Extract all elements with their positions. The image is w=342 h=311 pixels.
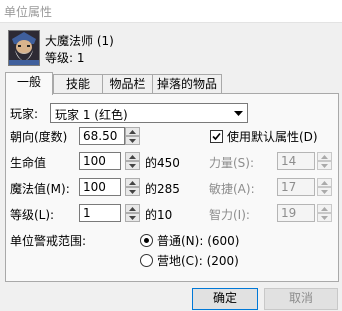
- strength-input: 14: [277, 152, 315, 170]
- unit-level: 等级: 1: [45, 51, 85, 65]
- intelligence-spinner: 19: [277, 204, 337, 222]
- arrow-down-icon: [129, 215, 136, 220]
- facing-up-button[interactable]: [125, 127, 140, 136]
- agility-label: 敏捷(A):: [209, 182, 255, 196]
- arrow-down-icon: [321, 189, 328, 194]
- ok-button-label: 确定: [212, 291, 237, 305]
- arrow-up-icon: [129, 129, 136, 134]
- mana-input[interactable]: 100: [79, 178, 121, 196]
- mana-label: 魔法值(M):: [10, 182, 70, 196]
- strength-spinner: 14: [277, 152, 337, 170]
- arrow-down-icon: [129, 189, 136, 194]
- player-select-value: 玩家 1 (红色): [55, 108, 128, 122]
- use-default-checkbox[interactable]: [210, 130, 223, 143]
- arrow-down-icon: [321, 215, 328, 220]
- chevron-down-icon[interactable]: [230, 104, 247, 122]
- life-label: 生命值: [10, 156, 47, 170]
- level-down-button[interactable]: [125, 213, 140, 222]
- agility-input: 17: [277, 178, 315, 196]
- facing-label: 朝向(度数): [10, 130, 68, 144]
- agility-up-button: [317, 178, 332, 187]
- tab-dropped-items[interactable]: 掉落的物品: [152, 74, 222, 94]
- mana-spinner[interactable]: 100: [79, 178, 143, 196]
- alert-normal-radio[interactable]: [140, 234, 153, 247]
- life-up-button[interactable]: [125, 152, 140, 161]
- facing-input[interactable]: 68.50: [79, 127, 125, 145]
- mana-max: 的285: [145, 182, 180, 196]
- unit-properties-dialog: 单位属性 大魔法师 (1) 等级: 1 一般 技能 物品栏 掉落的物品 玩家:: [0, 0, 342, 311]
- cancel-button[interactable]: 取消: [264, 288, 338, 310]
- strength-up-button: [317, 152, 332, 161]
- intelligence-input: 19: [277, 204, 315, 222]
- level-input[interactable]: 1: [79, 204, 121, 222]
- unit-name: 大魔法师 (1): [45, 34, 114, 48]
- cancel-button-label: 取消: [288, 291, 313, 305]
- arrow-down-icon: [129, 138, 136, 143]
- level-max: 的10: [145, 208, 173, 222]
- intelligence-down-button: [317, 213, 332, 222]
- strength-down-button: [317, 161, 332, 170]
- tab-dropped-items-label: 掉落的物品: [156, 77, 217, 91]
- player-select[interactable]: 玩家 1 (红色): [50, 103, 248, 123]
- life-down-button[interactable]: [125, 161, 140, 170]
- life-spinner[interactable]: 100: [79, 152, 143, 170]
- use-default-label: 使用默认属性(D): [227, 130, 318, 144]
- arrow-up-icon: [321, 206, 328, 211]
- intelligence-up-button: [317, 204, 332, 213]
- ok-button[interactable]: 确定: [192, 288, 258, 310]
- intelligence-label: 智力(I):: [209, 208, 250, 222]
- strength-label: 力量(S):: [209, 156, 255, 170]
- life-input[interactable]: 100: [79, 152, 121, 170]
- alert-normal-label[interactable]: 普通(N): (600): [157, 232, 239, 249]
- mana-up-button[interactable]: [125, 178, 140, 187]
- agility-spinner: 17: [277, 178, 337, 196]
- arrow-up-icon: [129, 180, 136, 185]
- arrow-up-icon: [129, 154, 136, 159]
- tab-abilities-label: 技能: [65, 77, 90, 91]
- tab-inventory[interactable]: 物品栏: [102, 74, 153, 94]
- level-up-button[interactable]: [125, 204, 140, 213]
- level-label: 等级(L):: [10, 208, 55, 222]
- life-max: 的450: [145, 156, 180, 170]
- radio-selected-dot: [144, 238, 149, 243]
- arrow-down-icon: [321, 163, 328, 168]
- tab-inventory-label: 物品栏: [109, 77, 146, 91]
- arrow-up-icon: [321, 154, 328, 159]
- tab-general[interactable]: 一般: [5, 72, 53, 95]
- alert-camp-label[interactable]: 营地(C): (200): [157, 252, 239, 269]
- alert-range-label: 单位警戒范围:: [10, 234, 87, 248]
- arrow-up-icon: [129, 206, 136, 211]
- tab-general-label: 一般: [16, 75, 41, 89]
- facing-spinner[interactable]: 68.50: [79, 127, 141, 145]
- archmage-portrait-icon: [9, 31, 39, 65]
- mana-down-button[interactable]: [125, 187, 140, 196]
- level-spinner[interactable]: 1: [79, 204, 143, 222]
- agility-down-button: [317, 187, 332, 196]
- checkmark-icon: [212, 132, 221, 141]
- arrow-up-icon: [321, 180, 328, 185]
- title-bar[interactable]: 单位属性: [0, 0, 342, 23]
- unit-portrait: [8, 30, 40, 66]
- window-title: 单位属性: [4, 5, 53, 19]
- facing-down-button[interactable]: [125, 136, 140, 145]
- player-label: 玩家:: [10, 107, 39, 121]
- general-panel: 玩家: 玩家 1 (红色) 朝向(度数) 68.50 使用默认属性(D) 生命值…: [5, 93, 339, 282]
- alert-camp-radio[interactable]: [140, 254, 153, 267]
- tab-abilities[interactable]: 技能: [53, 74, 103, 94]
- arrow-down-icon: [129, 163, 136, 168]
